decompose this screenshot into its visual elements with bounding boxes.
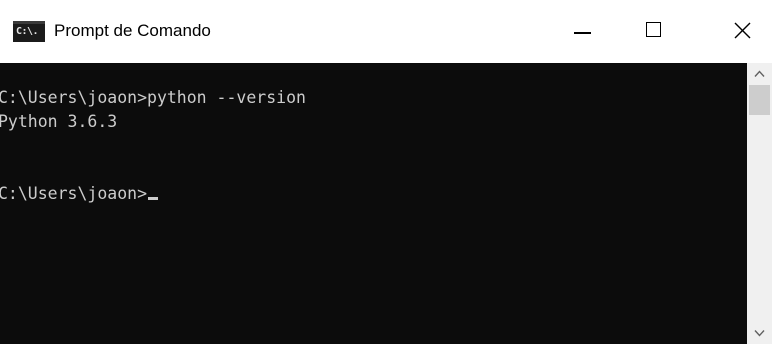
text-cursor <box>148 197 159 200</box>
scroll-up-button[interactable] <box>747 63 772 85</box>
console-prompt: C:\Users\joaon> <box>0 184 148 203</box>
title-bar[interactable]: C:\. Prompt de Comando <box>0 0 772 63</box>
minimize-icon <box>574 32 591 34</box>
maximize-icon <box>646 22 661 37</box>
console-line: Python 3.6.3 <box>0 112 118 131</box>
close-icon <box>734 22 751 39</box>
chevron-down-icon <box>754 330 765 337</box>
command-prompt-icon[interactable]: C:\. <box>13 21 45 42</box>
command-prompt-window: C:\. Prompt de Comando C:\Users\joaon>py… <box>0 0 772 344</box>
console-output-area[interactable]: C:\Users\joaon>python --version Python 3… <box>0 63 747 344</box>
scrollbar-thumb[interactable] <box>749 85 770 115</box>
maximize-button[interactable] <box>618 0 690 63</box>
close-button[interactable] <box>700 0 772 63</box>
window-title: Prompt de Comando <box>54 21 211 40</box>
console-line: C:\Users\joaon>python --version <box>0 88 306 107</box>
minimize-button[interactable] <box>546 0 618 63</box>
console-prompt-line: C:\Users\joaon> <box>0 182 159 206</box>
chevron-up-icon <box>754 70 765 77</box>
scroll-down-button[interactable] <box>747 322 772 344</box>
app-icon-label: C:\. <box>16 26 39 37</box>
vertical-scrollbar[interactable] <box>747 63 772 344</box>
